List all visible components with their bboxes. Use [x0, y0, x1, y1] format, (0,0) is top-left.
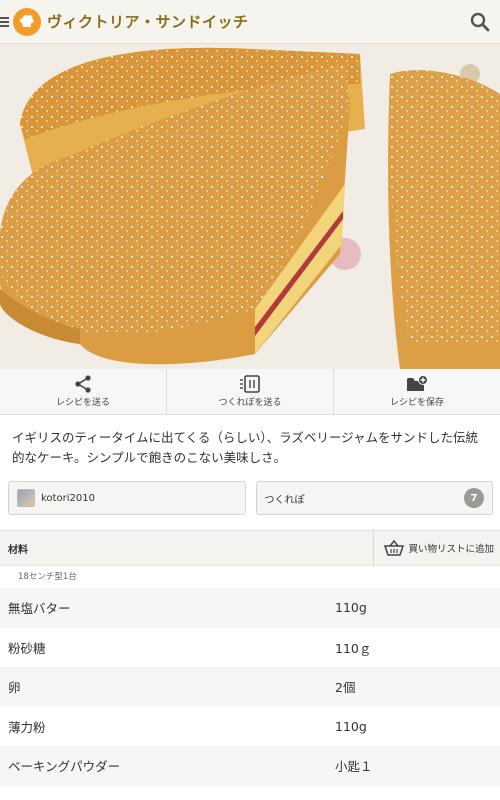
ingredient-name: 無塩バター — [8, 601, 71, 617]
author-button[interactable]: kotori2010 — [8, 481, 246, 515]
ingredients-title: 材料 — [8, 544, 28, 556]
photo-report-icon — [240, 375, 260, 393]
avatar — [17, 489, 35, 507]
ingredients-header: 材料 買い物リストに追加 — [0, 530, 500, 566]
ingredient-name: 粉砂糖 — [8, 640, 46, 656]
tsukurepo-label: つくれぽ — [264, 494, 305, 506]
serving-size: 18センチ型1台 — [18, 572, 77, 582]
chef-hat-icon[interactable] — [13, 7, 41, 36]
save-recipe-label: レシピを保存 — [389, 398, 444, 408]
ingredient-name: 薄力粉 — [8, 719, 46, 735]
ingredient-row: 無塩バター 110g — [0, 588, 500, 628]
save-recipe-button[interactable]: レシピを保存 — [334, 369, 500, 414]
share-icon — [75, 375, 91, 393]
recipe-action-bar: レシピを送る つくれぽを送る レシピを保存 — [0, 369, 500, 415]
ingredient-qty: 大匙 — [335, 796, 500, 800]
ingredient-name: 卵 — [8, 680, 21, 696]
ingredient-qty: 110ｇ — [335, 640, 372, 656]
ingredient-row: 粉砂糖 110ｇ — [0, 627, 500, 667]
ingredient-row: 薄力粉 110g — [0, 706, 500, 746]
ingredient-list: 無塩バター 110g 粉砂糖 110ｇ 卵 2個 薄力粉 110g ベーキングパ… — [0, 588, 500, 800]
ingredient-qty: 2個 — [335, 680, 356, 696]
send-tsukurepo-label: つくれぽを送る — [218, 398, 282, 408]
author-name: kotori2010 — [41, 492, 95, 504]
shopping-list-label: 買い物リストに追加 — [408, 544, 494, 555]
send-tsukurepo-button[interactable]: つくれぽを送る — [167, 369, 334, 414]
ingredient-name: 牛乳 — [0, 796, 335, 800]
ingredient-qty: 小匙１ — [335, 759, 373, 775]
add-to-shopping-list-button[interactable]: 買い物リストに追加 — [373, 530, 500, 566]
recipe-title: ヴィクトリア・サンドイッチ — [47, 13, 249, 31]
ingredient-row: 卵 2個 — [0, 667, 500, 707]
search-icon[interactable] — [460, 0, 500, 44]
author-tsukurepo-row: kotori2010 つくれぽ 7 — [8, 481, 493, 515]
ingredient-row: ベーキングパウダー 小匙１ — [0, 746, 500, 786]
tsukurepo-button[interactable]: つくれぽ 7 — [255, 481, 493, 515]
send-recipe-label: レシピを送る — [55, 398, 110, 408]
recipe-photo — [0, 44, 500, 369]
recipe-description: イギリスのティータイムに出てくる（らしい）、ラズベリージャムをサンドした伝統的な… — [12, 430, 479, 465]
ingredient-qty: 110g — [335, 600, 367, 616]
tsukurepo-count-badge: 7 — [464, 488, 484, 508]
send-recipe-button[interactable]: レシピを送る — [0, 369, 167, 414]
menu-icon[interactable] — [0, 16, 12, 27]
folder-add-icon — [407, 375, 428, 391]
basket-icon — [384, 540, 405, 556]
ingredient-row: 牛乳 大匙 — [0, 785, 500, 800]
app-header: ヴィクトリア・サンドイッチ — [0, 0, 500, 44]
ingredient-name: ベーキングパウダー — [8, 759, 121, 775]
ingredient-qty: 110g — [335, 718, 367, 734]
